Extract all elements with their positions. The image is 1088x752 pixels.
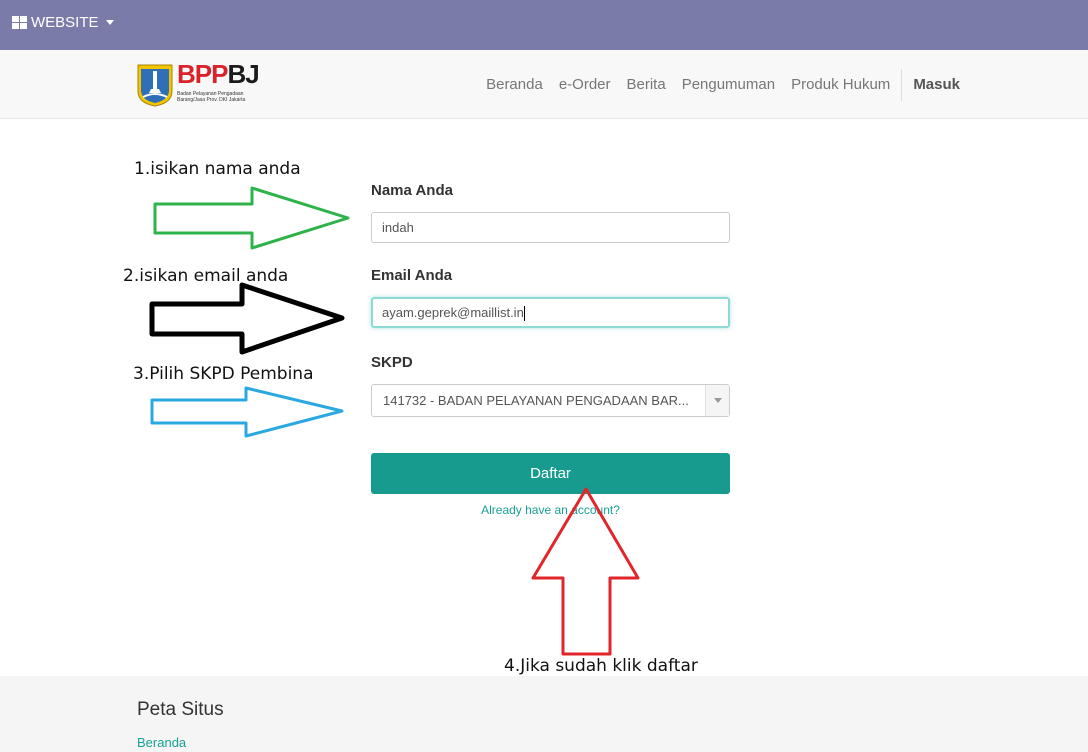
annotation-step-3: 3.Pilih SKPD Pembina — [133, 364, 314, 384]
grid-icon — [12, 16, 27, 29]
site-footer: Peta Situs Beranda — [0, 676, 1088, 752]
site-navbar: BPPBJ Badan Pelayanan Pengadaan Barang/J… — [0, 50, 1088, 119]
skpd-select[interactable]: 141732 - BADAN PELAYANAN PENGADAAN BAR..… — [371, 384, 730, 417]
annotation-step-1: 1.isikan nama anda — [134, 159, 301, 179]
website-menu-button[interactable]: WEBSITE — [12, 14, 114, 31]
footer-title: Peta Situs — [137, 699, 224, 720]
name-input[interactable]: indah — [371, 212, 730, 243]
footer-link-beranda[interactable]: Beranda — [137, 735, 186, 750]
daftar-button[interactable]: Daftar — [371, 453, 730, 494]
email-label: Email Anda — [371, 267, 453, 284]
logo-title: BPPBJ — [177, 59, 260, 89]
already-have-account-link[interactable]: Already have an account? — [371, 503, 730, 517]
nav-item-berita[interactable]: Berita — [627, 76, 666, 93]
text-cursor — [523, 306, 525, 322]
nav-item-e-order[interactable]: e-Order — [559, 76, 611, 93]
black-arrow-icon — [149, 282, 345, 355]
bppbj-logo[interactable]: BPPBJ Badan Pelayanan Pengadaan Barang/J… — [135, 59, 275, 111]
email-input[interactable]: ayam.geprek@maillist.in — [371, 297, 730, 328]
email-input-value: ayam.geprek@maillist.in — [382, 305, 524, 320]
select-arrow-icon[interactable] — [705, 385, 729, 416]
name-label: Nama Anda — [371, 182, 453, 199]
nav-item-beranda[interactable]: Beranda — [486, 76, 543, 93]
skpd-label: SKPD — [371, 354, 413, 371]
nav-item-masuk[interactable]: Masuk — [913, 76, 960, 93]
caret-down-icon — [105, 20, 114, 25]
nav-divider — [901, 68, 903, 101]
logo-subtitle: Badan Pelayanan Pengadaan Barang/Jasa Pr… — [177, 91, 246, 103]
nav-item-pengumuman[interactable]: Pengumuman — [682, 76, 775, 93]
website-menu-label: WEBSITE — [31, 14, 99, 31]
blue-arrow-icon — [150, 386, 344, 438]
jakarta-emblem-icon — [137, 64, 173, 107]
nav-item-produk-hukum[interactable]: Produk Hukum — [791, 76, 890, 93]
green-arrow-icon — [153, 186, 350, 250]
skpd-selected-value: 141732 - BADAN PELAYANAN PENGADAAN BAR..… — [383, 393, 689, 408]
annotation-step-4: 4.Jika sudah klik daftar — [504, 656, 698, 676]
admin-topbar: WEBSITE — [0, 0, 1088, 50]
main-nav: Beranda e-Order Berita Pengumuman Produk… — [470, 50, 960, 119]
annotation-step-2: 2.isikan email anda — [123, 266, 289, 286]
